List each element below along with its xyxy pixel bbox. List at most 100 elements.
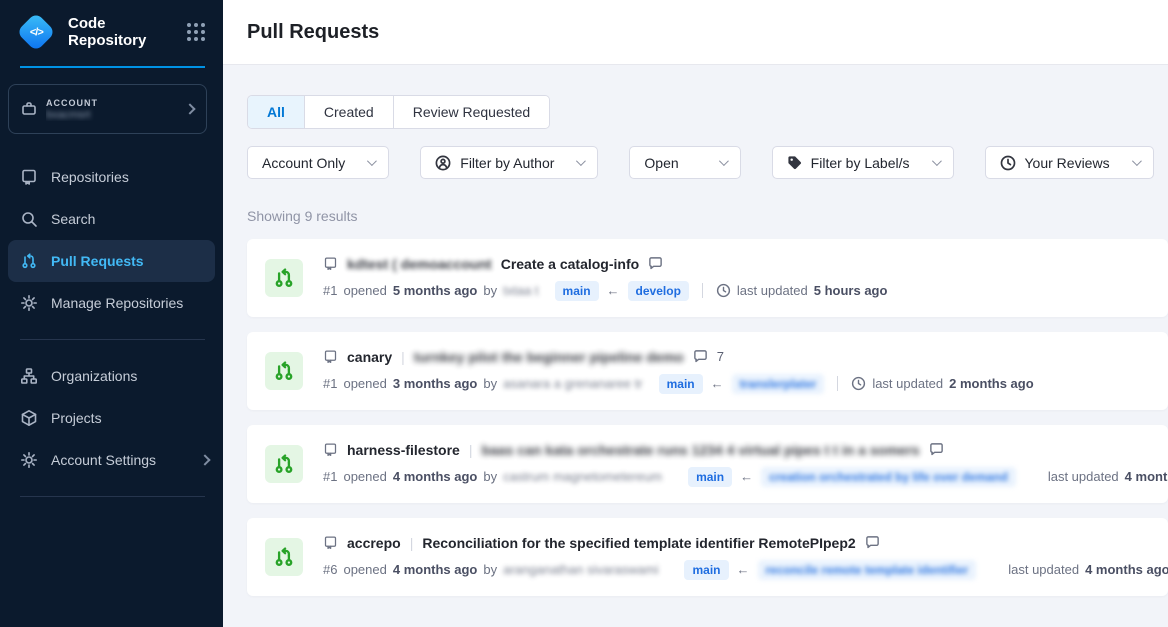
page-title: Pull Requests (247, 21, 379, 44)
pull-request-row[interactable]: canary | turnkey pilot the beginner pipe… (247, 332, 1168, 410)
last-updated-label: last updated (1048, 469, 1119, 484)
app-switcher-icon[interactable] (187, 23, 205, 41)
pull-request-row[interactable]: harness-filestore | baas can kata orches… (247, 425, 1168, 503)
pull-request-row[interactable]: accrepo | Reconciliation for the specifi… (247, 518, 1168, 596)
target-branch-badge[interactable]: main (659, 374, 703, 394)
last-updated-label: last updated (872, 376, 943, 391)
filter-label: Filter by Label/s (811, 155, 910, 171)
pr-title[interactable]: Reconciliation for the specified templat… (422, 535, 855, 551)
opened-label: opened (343, 376, 386, 391)
pr-author: asanara a grenanaree tr (503, 376, 642, 391)
chevron-down-icon (719, 156, 729, 166)
pr-number: #1 (323, 283, 337, 298)
brand-underline (20, 66, 205, 68)
sidebar-item-manage-repositories[interactable]: Manage Repositories (0, 282, 223, 324)
pr-comment-count: 7 (717, 349, 724, 364)
last-updated-label: last updated (1008, 562, 1079, 577)
comment-icon (865, 535, 880, 550)
chevron-right-icon (184, 103, 195, 114)
pr-author: txtaa t (503, 283, 538, 298)
pr-number: #1 (323, 376, 337, 391)
source-branch-badge[interactable]: translerplater (732, 374, 825, 394)
tag-icon (787, 155, 802, 170)
page-header: Pull Requests (223, 0, 1168, 65)
scope-filter-dropdown[interactable]: Account Only (247, 146, 389, 179)
gear-icon (20, 451, 38, 469)
pr-number: #1 (323, 469, 337, 484)
target-branch-badge[interactable]: main (684, 560, 728, 580)
repo-icon (323, 349, 338, 364)
account-selector[interactable]: ACCOUNT bxacmsrt (8, 84, 207, 134)
opened-label: opened (343, 283, 386, 298)
last-updated-clock-icon (716, 283, 731, 298)
pr-repo-name[interactable]: accrepo (347, 535, 401, 551)
sidebar: </> Code Repository ACCOUNT bxacmsrt Rep… (0, 0, 223, 627)
target-branch-badge[interactable]: main (688, 467, 732, 487)
chevron-right-icon (199, 454, 210, 465)
sidebar-item-label: Account Settings (51, 452, 156, 468)
by-label: by (483, 562, 497, 577)
results-summary: Showing 9 results (247, 208, 1168, 224)
pr-author: aranganathan sivaraswami (503, 562, 658, 577)
sidebar-item-projects[interactable]: Projects (0, 397, 223, 439)
tab-all[interactable]: All (248, 96, 305, 128)
reviews-filter-dropdown[interactable]: Your Reviews (985, 146, 1154, 179)
arrow-left-icon: ← (738, 469, 755, 484)
pull-request-row[interactable]: kdtest ( demoaccount Create a catalog-in… (247, 239, 1168, 317)
sidebar-item-label: Organizations (51, 368, 137, 384)
chevron-down-icon (576, 156, 586, 166)
tab-created[interactable]: Created (305, 96, 394, 128)
pr-open-state-icon (265, 352, 303, 390)
gear-icon (20, 294, 38, 312)
repo-icon (323, 535, 338, 550)
sidebar-item-repositories[interactable]: Repositories (0, 156, 223, 198)
pr-title[interactable]: Create a catalog-info (501, 256, 639, 272)
pr-repo-name[interactable]: harness-filestore (347, 442, 460, 458)
state-filter-dropdown[interactable]: Open (629, 146, 740, 179)
pr-opened-ago: 5 months ago (393, 283, 478, 298)
author-filter-dropdown[interactable]: Filter by Author (420, 146, 598, 179)
app-logo-icon: </> (16, 12, 56, 52)
arrow-left-icon: ← (709, 376, 726, 391)
label-filter-dropdown[interactable]: Filter by Label/s (772, 146, 954, 179)
main-area: Pull Requests All Created Review Request… (223, 0, 1168, 627)
sidebar-item-pull-requests[interactable]: Pull Requests (8, 240, 215, 282)
sidebar-nav: Repositories Search Pull Requests Manage… (0, 156, 223, 512)
person-icon (435, 155, 451, 171)
briefcase-icon (21, 101, 37, 117)
tab-review-requested[interactable]: Review Requested (394, 96, 550, 128)
arrow-left-icon: ← (605, 283, 622, 298)
target-branch-badge[interactable]: main (555, 281, 599, 301)
sidebar-item-label: Manage Repositories (51, 295, 183, 311)
pr-opened-ago: 4 months ago (393, 469, 478, 484)
pr-title[interactable]: baas can kata orchestrate runs 1234 4 vi… (481, 442, 919, 458)
account-name: bxacmsrt (46, 109, 186, 121)
repo-icon (323, 256, 338, 271)
search-icon (20, 210, 38, 228)
source-branch-badge[interactable]: reconcile remote template identifier (758, 560, 977, 580)
app-header: </> Code Repository (0, 0, 223, 62)
filter-label: Filter by Author (460, 155, 554, 171)
chevron-down-icon (931, 156, 941, 166)
pr-author: castrum magnetometereum (503, 469, 662, 484)
filter-bar: Account Only Filter by Author Open Filte… (247, 146, 1168, 179)
source-branch-badge[interactable]: develop (628, 281, 689, 301)
sidebar-item-label: Projects (51, 410, 102, 426)
comment-icon (693, 349, 708, 364)
pr-title[interactable]: turnkey pilot the beginner pipeline demo (414, 349, 684, 365)
pr-number: #6 (323, 562, 337, 577)
divider (702, 283, 703, 298)
last-updated-label: last updated (737, 283, 808, 298)
sidebar-item-label: Pull Requests (51, 253, 144, 269)
sidebar-item-search[interactable]: Search (0, 198, 223, 240)
pr-repo-name[interactable]: canary (347, 349, 392, 365)
comment-icon (648, 256, 663, 271)
sidebar-item-organizations[interactable]: Organizations (0, 355, 223, 397)
source-branch-badge[interactable]: creation orchestrated by life over deman… (761, 467, 1016, 487)
last-updated-clock-icon (851, 376, 866, 391)
divider: | (410, 535, 414, 551)
sidebar-item-account-settings[interactable]: Account Settings (0, 439, 223, 481)
repo-icon (323, 442, 338, 457)
pr-repo-name[interactable]: kdtest ( demoaccount (347, 256, 492, 272)
pr-updated-ago: 4 months ago (1085, 562, 1168, 577)
